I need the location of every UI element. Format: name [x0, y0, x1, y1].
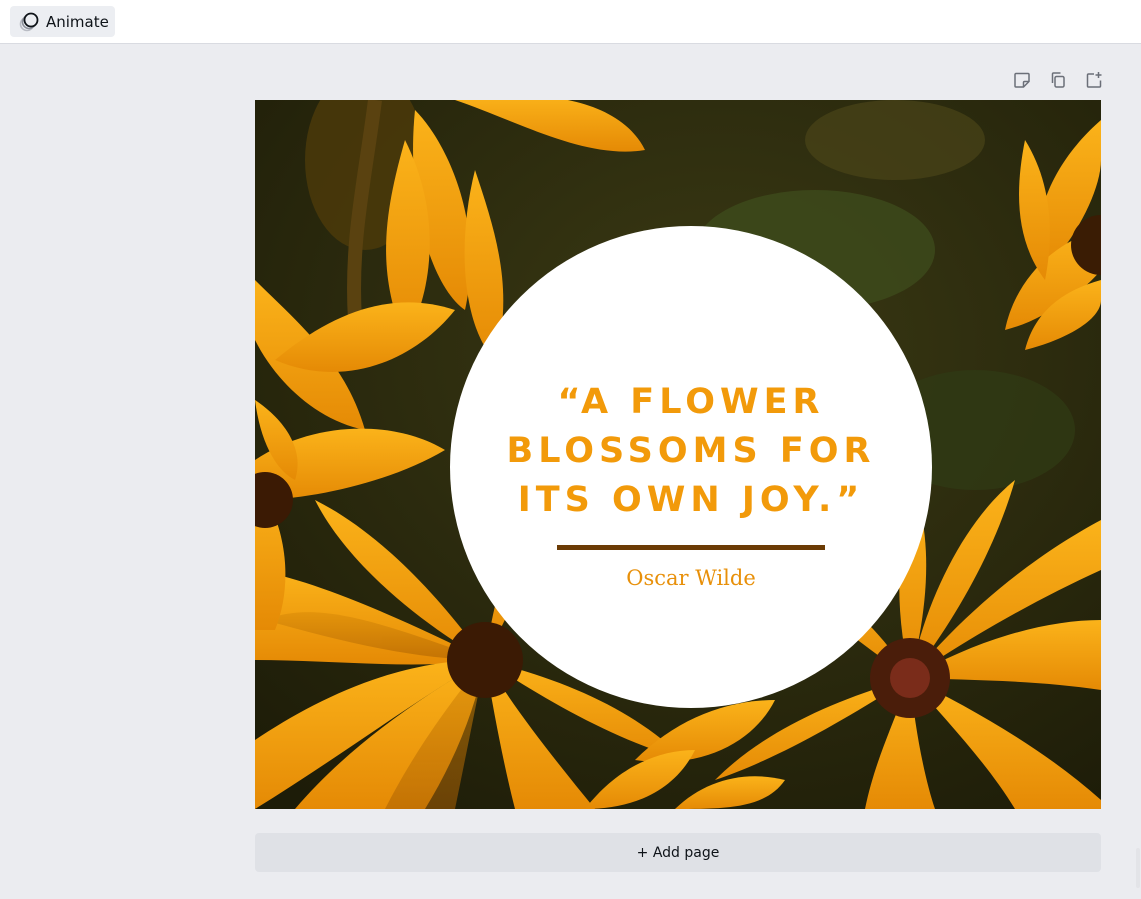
add-page-tool-button[interactable] — [1080, 70, 1108, 94]
author-name[interactable]: Oscar Wilde — [450, 566, 932, 590]
page-tools — [1000, 70, 1108, 94]
animate-label: Animate — [46, 12, 109, 31]
scrollbar[interactable] — [1136, 848, 1140, 888]
add-page-button[interactable]: + Add page — [255, 833, 1101, 872]
quote-line-3: ITS OWN JOY.” — [517, 480, 865, 520]
design-canvas[interactable]: “A FLOWER BLOSSOMS FOR ITS OWN JOY.” Osc… — [255, 100, 1101, 809]
quote-line-1: “A FLOWER — [557, 382, 825, 422]
quote-line-2: BLOSSOMS FOR — [506, 431, 876, 471]
animate-button[interactable]: Animate — [10, 6, 115, 37]
top-toolbar: Animate — [0, 0, 1141, 44]
note-icon — [1013, 71, 1031, 94]
divider-line[interactable] — [557, 545, 825, 550]
duplicate-page-icon — [1049, 71, 1067, 94]
add-note-button[interactable] — [1008, 70, 1036, 94]
duplicate-page-button[interactable] — [1044, 70, 1072, 94]
add-page-icon — [1085, 71, 1103, 94]
animate-icon — [18, 11, 40, 33]
quote-text[interactable]: “A FLOWER BLOSSOMS FOR ITS OWN JOY.” — [450, 378, 932, 525]
